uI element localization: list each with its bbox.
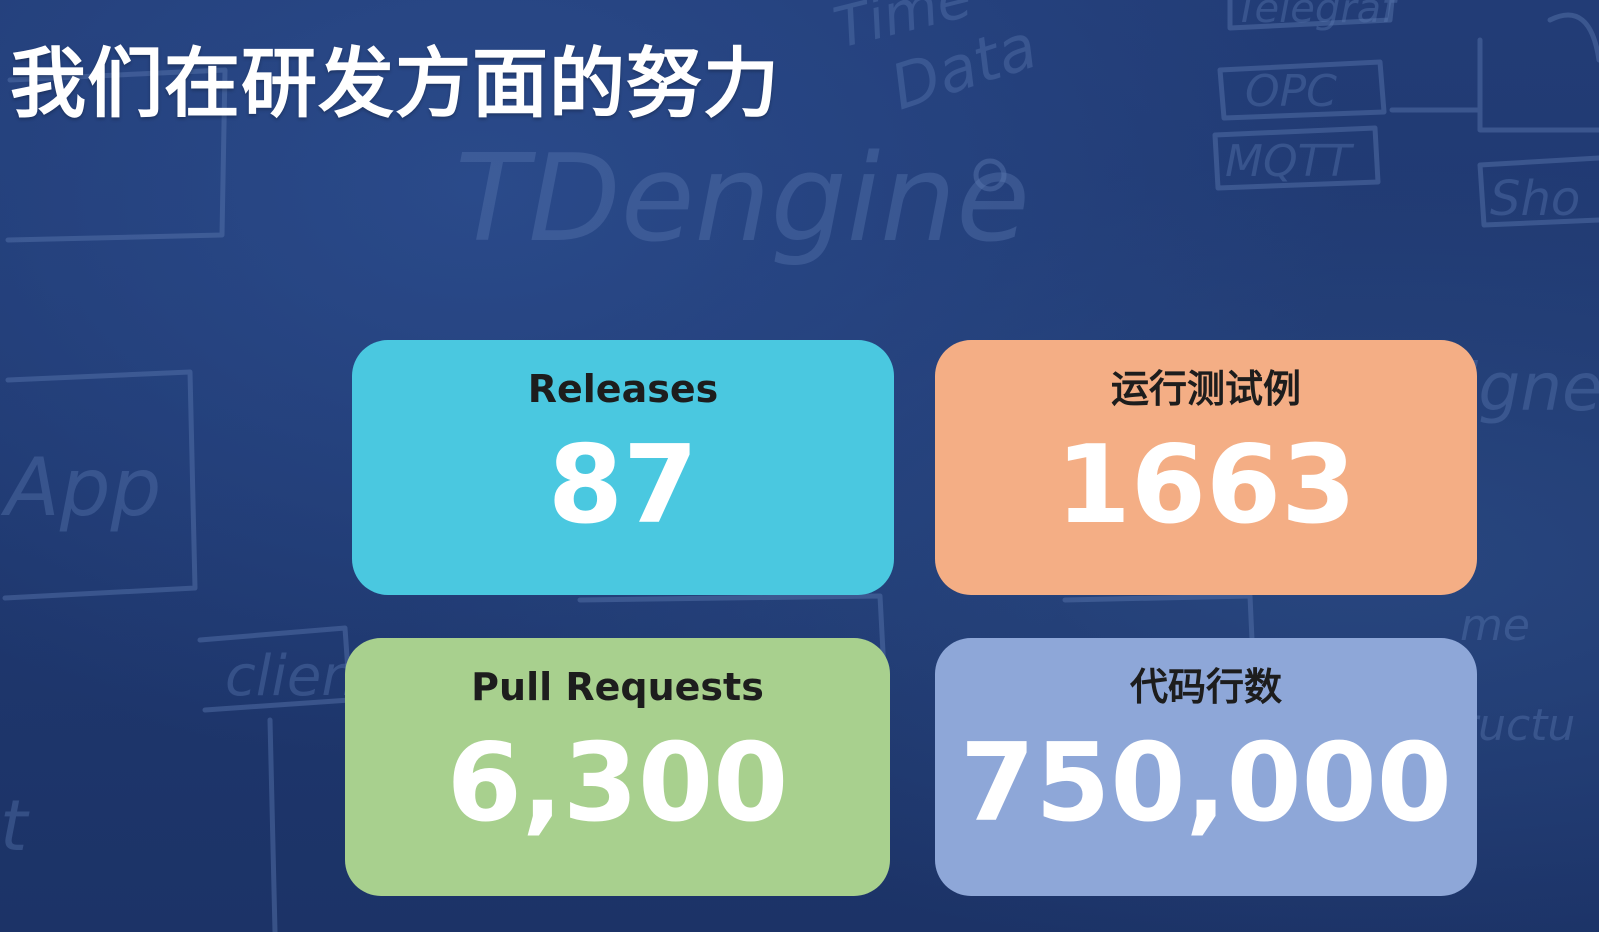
stat-card-test-cases: 运行测试例 1663 bbox=[935, 340, 1477, 595]
sketch-box-right-middle bbox=[1062, 593, 1255, 643]
stat-card-releases: Releases 87 bbox=[352, 340, 894, 595]
sketch-text-telegraf: Telegraf bbox=[1235, 0, 1401, 32]
sketch-text-structure: ructu bbox=[1460, 700, 1575, 751]
sketch-curve-top-right bbox=[1547, 12, 1599, 63]
page-title: 我们在研发方面的努力 bbox=[10, 39, 780, 128]
stat-card-pull-requests: Pull Requests 6,300 bbox=[345, 638, 890, 896]
sketch-text-tdengine: TDengine bbox=[455, 130, 1030, 269]
stat-value-pull-requests: 6,300 bbox=[446, 721, 789, 846]
sketch-text-time-right: me bbox=[1460, 600, 1530, 651]
stat-label-pull-requests: Pull Requests bbox=[471, 665, 764, 709]
sketch-text-mqtt: MQTT bbox=[1225, 136, 1354, 187]
stat-label-releases: Releases bbox=[527, 367, 719, 411]
sketch-text-client: clien bbox=[225, 644, 357, 709]
stat-value-releases: 87 bbox=[547, 423, 699, 548]
sketch-text-designer: igne bbox=[1460, 349, 1599, 426]
sketch-text-opc: OPC bbox=[1245, 66, 1337, 117]
sketch-text-left-bottom: t bbox=[0, 785, 30, 867]
slide: TDengine Data Time Telegraf OPC MQTT Sho… bbox=[0, 0, 1599, 932]
sketch-line-client bbox=[267, 717, 278, 932]
sketch-text-show: Sho bbox=[1490, 171, 1580, 227]
stat-label-lines-of-code: 代码行数 bbox=[1129, 665, 1282, 709]
stat-value-lines-of-code: 750,000 bbox=[960, 721, 1452, 846]
stat-label-test-cases: 运行测试例 bbox=[1110, 367, 1301, 411]
sketch-text-app: App bbox=[0, 441, 161, 534]
stat-card-lines-of-code: 代码行数 750,000 bbox=[935, 638, 1477, 896]
stat-value-test-cases: 1663 bbox=[1055, 423, 1357, 548]
sketch-connector-right bbox=[1389, 37, 1599, 133]
